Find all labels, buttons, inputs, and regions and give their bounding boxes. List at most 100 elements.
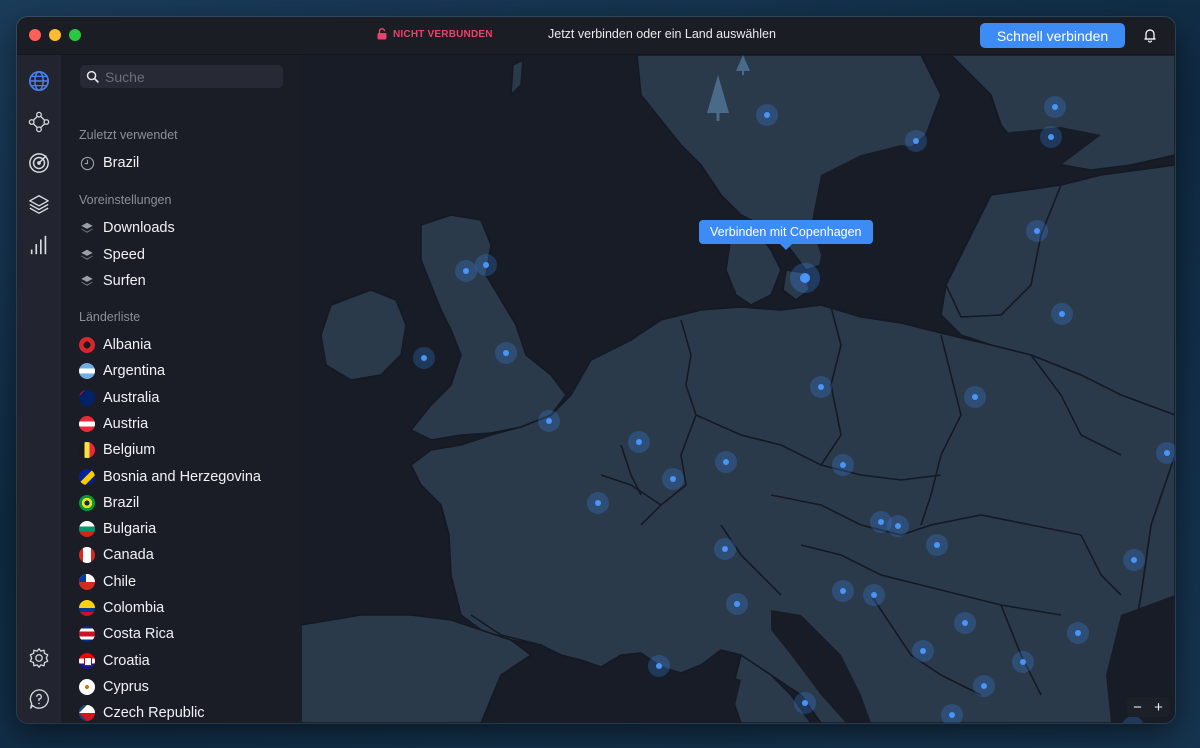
server-pin[interactable] xyxy=(756,104,778,126)
country-item[interactable]: Bosnia and Herzegovina xyxy=(79,466,261,488)
recent-item-label: Brazil xyxy=(103,155,140,171)
country-item[interactable]: Bulgaria xyxy=(79,518,156,540)
server-pin[interactable] xyxy=(912,640,934,662)
server-pin[interactable] xyxy=(1044,96,1066,118)
layers-icon xyxy=(29,195,49,214)
server-pin[interactable] xyxy=(1040,126,1062,148)
country-item[interactable]: Austria xyxy=(79,413,148,435)
server-pin[interactable] xyxy=(1012,651,1034,673)
globe-icon xyxy=(29,71,49,91)
country-item-label: Bulgaria xyxy=(103,521,157,538)
server-pin[interactable] xyxy=(495,342,517,364)
country-item-label: Czech Republic xyxy=(103,705,205,722)
flag-chile-icon xyxy=(79,573,95,590)
icon-rail xyxy=(17,55,61,723)
country-item[interactable]: Croatia xyxy=(79,650,150,672)
server-pin[interactable] xyxy=(587,492,609,514)
connect-tooltip[interactable]: Verbinden mit Copenhagen xyxy=(699,220,873,250)
country-item[interactable]: Argentina xyxy=(79,360,165,382)
server-pin[interactable] xyxy=(628,431,650,453)
server-pin[interactable] xyxy=(1026,220,1048,242)
help-button[interactable] xyxy=(26,686,52,712)
zoom-in-button[interactable]: + xyxy=(1154,700,1163,715)
server-pin[interactable] xyxy=(714,538,736,560)
zoom-out-button[interactable]: − xyxy=(1133,700,1142,715)
search-icon xyxy=(86,70,99,83)
server-pin[interactable] xyxy=(973,675,995,697)
tree-icon xyxy=(736,55,750,75)
rail-meshnet-button[interactable] xyxy=(26,109,52,135)
server-pin[interactable] xyxy=(954,612,976,634)
server-pin[interactable] xyxy=(726,593,748,615)
country-item[interactable]: Chile xyxy=(79,571,136,593)
country-item-label: Cyprus xyxy=(103,678,149,695)
country-item[interactable]: Canada xyxy=(79,544,154,566)
server-pin[interactable] xyxy=(887,515,909,537)
minimize-window-button[interactable] xyxy=(49,29,61,41)
server-pin[interactable] xyxy=(538,410,560,432)
server-pin[interactable] xyxy=(662,468,684,490)
country-item-label: Australia xyxy=(103,389,160,406)
preset-item-label: Surfen xyxy=(103,273,146,289)
rail-countries-button[interactable] xyxy=(26,68,52,94)
server-pin[interactable] xyxy=(1123,549,1145,571)
flag-canada-icon xyxy=(79,547,95,564)
country-item-label: Brazil xyxy=(103,494,140,511)
layers-icon xyxy=(81,222,93,233)
server-pin[interactable] xyxy=(941,704,963,723)
server-pin[interactable] xyxy=(715,451,737,473)
server-map[interactable]: Verbinden mit Copenhagen − + xyxy=(301,55,1175,723)
server-pin[interactable] xyxy=(794,692,816,714)
flag-czech-icon xyxy=(79,705,95,722)
unlocked-icon xyxy=(377,28,387,40)
country-item-label: Bosnia and Herzegovina xyxy=(103,468,261,485)
country-item[interactable]: Costa Rica xyxy=(79,623,174,645)
bell-icon[interactable] xyxy=(1142,27,1158,43)
rail-stats-button[interactable] xyxy=(26,232,52,258)
rail-threat-protection-button[interactable] xyxy=(26,150,52,176)
country-item[interactable]: Czech Republic xyxy=(79,702,205,723)
server-pin[interactable] xyxy=(964,386,986,408)
server-pin[interactable] xyxy=(475,254,497,276)
server-pin[interactable] xyxy=(832,454,854,476)
preset-item[interactable]: Speed xyxy=(79,244,145,266)
country-item[interactable]: Colombia xyxy=(79,597,164,619)
layers-icon xyxy=(81,249,93,260)
country-item[interactable]: Albania xyxy=(79,334,151,356)
country-item-label: Austria xyxy=(103,415,149,432)
server-pin[interactable] xyxy=(832,580,854,602)
preset-item[interactable]: Surfen xyxy=(79,270,146,292)
server-pin-copenhagen[interactable] xyxy=(790,263,820,293)
flag-croatia-icon xyxy=(79,652,95,669)
tree-icon xyxy=(707,75,729,121)
server-pin[interactable] xyxy=(455,260,477,282)
country-item[interactable]: Cyprus xyxy=(79,676,149,698)
presets-section-label: Voreinstellungen xyxy=(79,193,172,207)
server-pin[interactable] xyxy=(810,376,832,398)
country-item[interactable]: Brazil xyxy=(79,492,139,514)
country-item[interactable]: Belgium xyxy=(79,439,155,461)
server-pin[interactable] xyxy=(1156,442,1175,464)
server-pin[interactable] xyxy=(1051,303,1073,325)
search-box[interactable] xyxy=(80,65,283,88)
country-item-label: Costa Rica xyxy=(103,626,174,643)
titlebar: NICHT VERBUNDEN Jetzt verbinden oder ein… xyxy=(17,17,1175,55)
server-pin[interactable] xyxy=(1067,622,1089,644)
settings-button[interactable] xyxy=(26,645,52,671)
search-input[interactable] xyxy=(105,68,275,85)
server-pin[interactable] xyxy=(926,534,948,556)
server-pin[interactable] xyxy=(648,655,670,677)
close-window-button[interactable] xyxy=(29,29,41,41)
country-item-label: Argentina xyxy=(103,363,166,380)
quick-connect-button[interactable]: Schnell verbinden xyxy=(980,23,1125,48)
country-item[interactable]: Australia xyxy=(79,387,159,409)
server-pin[interactable] xyxy=(905,130,927,152)
server-pin[interactable] xyxy=(863,584,885,606)
maximize-window-button[interactable] xyxy=(69,29,81,41)
server-pin[interactable] xyxy=(413,347,435,369)
rail-specialty-servers-button[interactable] xyxy=(26,191,52,217)
settings-icon xyxy=(29,648,49,668)
preset-item[interactable]: Downloads xyxy=(79,217,175,239)
flag-argentina-icon xyxy=(79,363,95,380)
recent-item[interactable]: Brazil xyxy=(79,152,139,174)
